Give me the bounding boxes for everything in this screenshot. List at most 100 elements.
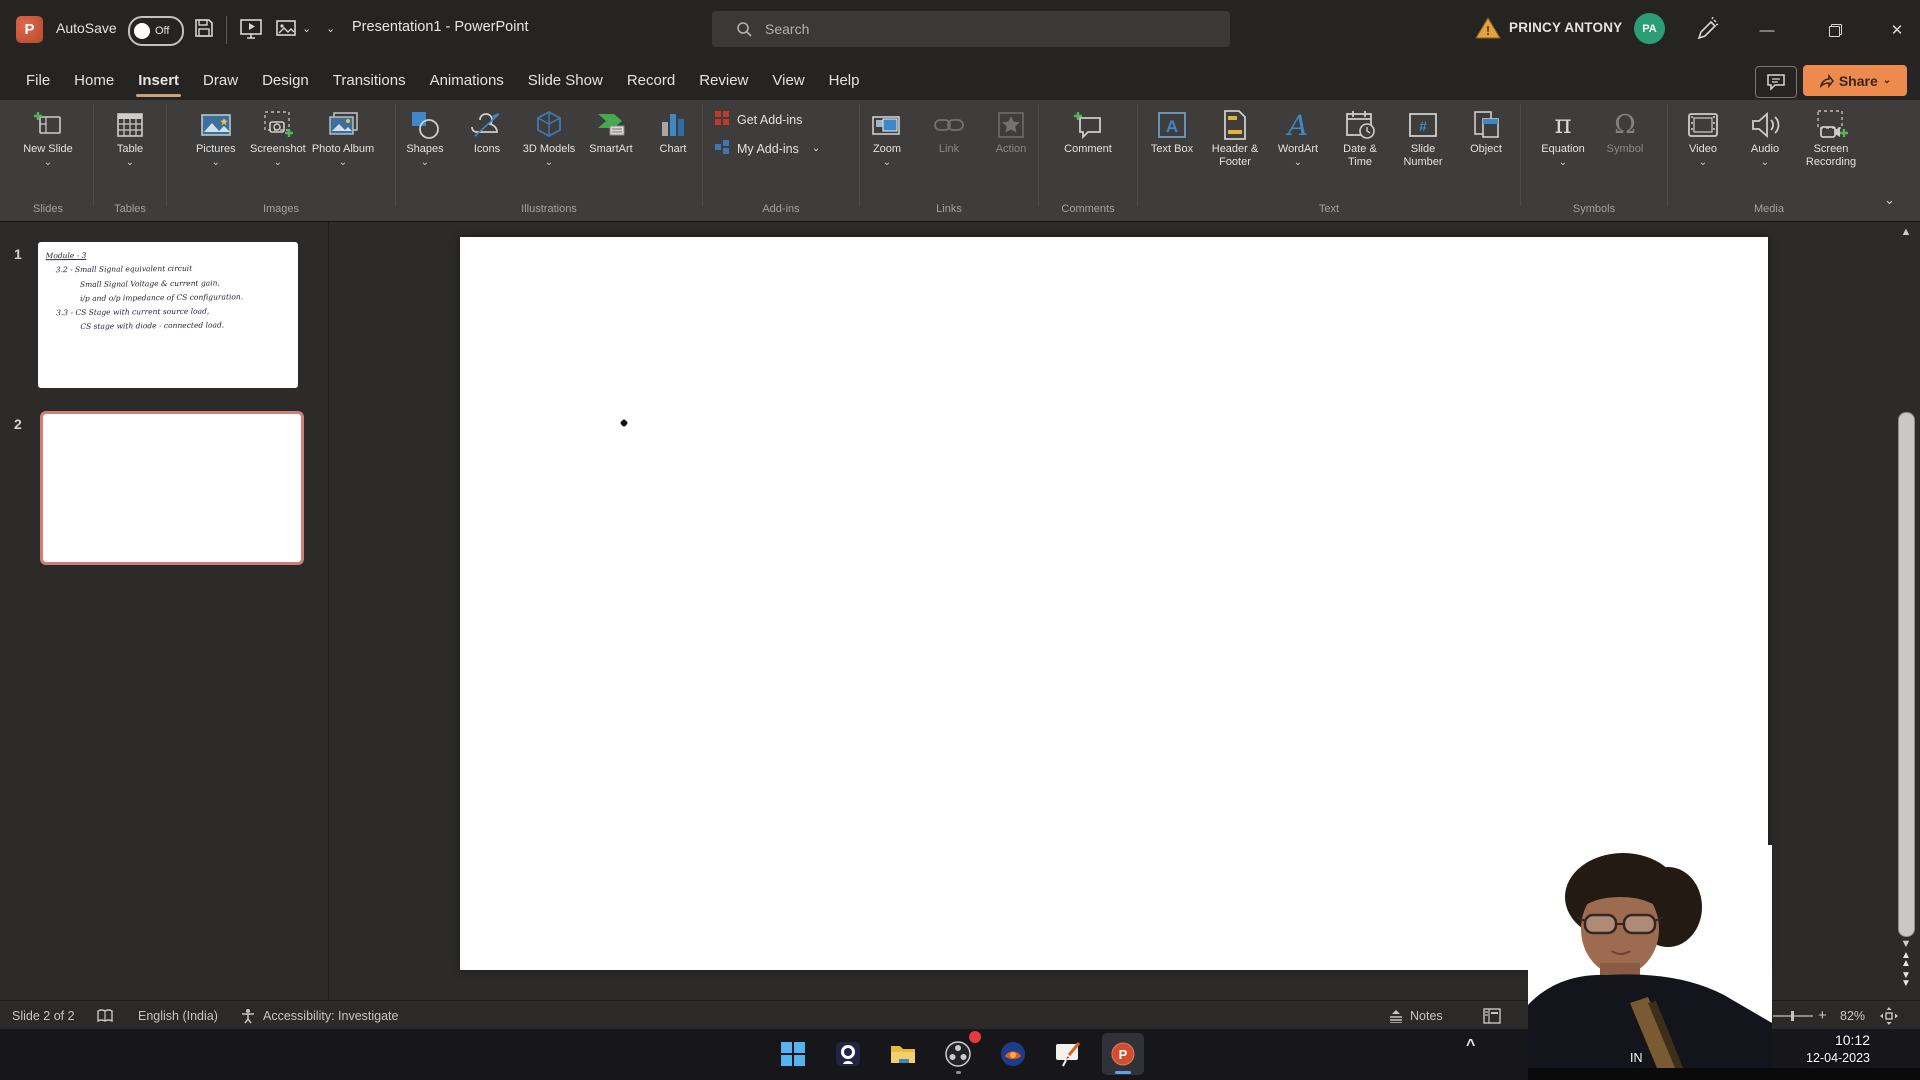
file-explorer-button[interactable] — [882, 1033, 924, 1075]
group-label-tables: Tables — [97, 203, 163, 220]
comments-pane-button[interactable] — [1755, 66, 1797, 98]
pictures-button[interactable]: Pictures ⌄ — [185, 103, 247, 168]
group-images: Pictures ⌄ Screenshot ⌄ Photo Album ⌄ — [170, 100, 392, 220]
share-button[interactable]: Share ⌄ — [1803, 65, 1907, 96]
my-add-ins-button[interactable]: My Add-ins ⌄ — [714, 139, 848, 158]
text-box-button[interactable]: A Text Box — [1141, 103, 1203, 156]
obs-studio-button[interactable] — [937, 1033, 979, 1075]
minimize-button[interactable]: — — [1744, 0, 1790, 60]
close-button[interactable]: ✕ — [1874, 0, 1920, 60]
get-add-ins-button[interactable]: Get Add-ins — [714, 110, 848, 129]
zoom-link-icon — [870, 107, 904, 143]
zoom-button[interactable]: Zoom ⌄ — [856, 103, 918, 168]
slide-2-number: 2 — [14, 416, 22, 432]
whiteboard-app-button[interactable] — [1047, 1033, 1089, 1075]
search-input[interactable]: Search — [712, 11, 1230, 47]
panel-divider[interactable] — [328, 222, 329, 1000]
chevron-down-icon[interactable]: ⌄ — [302, 22, 311, 35]
new-slide-button[interactable]: New Slide ⌄ — [17, 103, 79, 168]
media-app-icon — [999, 1040, 1027, 1068]
group-label-symbols: Symbols — [1524, 203, 1664, 220]
avatar[interactable]: PA — [1634, 13, 1665, 44]
taskbar-language[interactable]: IN — [1630, 1051, 1660, 1065]
notes-button[interactable]: Notes — [1388, 1001, 1443, 1030]
slide-1-handwriting: Module - 3 3.2 - Small Signal equivalent… — [46, 247, 295, 335]
tab-help[interactable]: Help — [817, 60, 872, 100]
scroll-down-icon[interactable]: ▼ — [1896, 938, 1916, 950]
editing-pen-icon[interactable] — [1694, 17, 1720, 48]
quick-access-picture-icon[interactable] — [274, 16, 300, 47]
chevron-down-icon: ⌄ — [1559, 158, 1567, 168]
normal-view-icon[interactable] — [1483, 1001, 1501, 1030]
screenshot-button[interactable]: Screenshot ⌄ — [247, 103, 309, 168]
date-time-button[interactable]: Date & Time — [1329, 103, 1391, 169]
taskbar-date[interactable]: 12-04-2023 — [1770, 1051, 1870, 1065]
start-button[interactable] — [772, 1033, 814, 1075]
equation-button[interactable]: π Equation ⌄ — [1532, 103, 1594, 168]
chevron-down-icon: ⌄ — [1761, 158, 1769, 168]
tab-slide-show[interactable]: Slide Show — [516, 60, 615, 100]
scrollbar-thumb[interactable] — [1898, 412, 1915, 937]
tab-record[interactable]: Record — [615, 60, 687, 100]
scroll-up-icon[interactable]: ▲ — [1896, 226, 1916, 238]
wordart-button[interactable]: A WordArt ⌄ — [1267, 103, 1329, 168]
photo-album-button[interactable]: Photo Album ⌄ — [309, 103, 377, 168]
media-app-button[interactable] — [992, 1033, 1034, 1075]
accessibility-status[interactable]: Accessibility: Investigate — [263, 1001, 398, 1030]
start-slideshow-icon[interactable] — [238, 16, 264, 47]
previous-slide-button[interactable]: ▲▲ — [1896, 952, 1916, 968]
powerpoint-logo-icon[interactable]: P — [16, 16, 43, 43]
webcam-app-button[interactable] — [827, 1033, 869, 1075]
audio-icon — [1749, 107, 1781, 143]
group-divider — [702, 104, 703, 206]
spell-check-icon[interactable] — [96, 1001, 114, 1030]
slide-2-thumbnail-selected[interactable] — [40, 411, 304, 565]
customize-qat-icon[interactable]: ⌄ — [326, 22, 335, 35]
smartart-button[interactable]: SmartArt — [580, 103, 642, 156]
tab-review[interactable]: Review — [687, 60, 760, 100]
3d-models-button[interactable]: 3D Models ⌄ — [518, 103, 580, 168]
tab-draw[interactable]: Draw — [191, 60, 250, 100]
user-name[interactable]: PRINCY ANTONY — [1509, 20, 1622, 35]
autosave-toggle[interactable]: Off — [128, 16, 184, 46]
warning-icon[interactable]: ! — [1475, 16, 1501, 40]
video-button[interactable]: Video ⌄ — [1672, 103, 1734, 168]
tab-design[interactable]: Design — [250, 60, 321, 100]
save-icon[interactable] — [192, 16, 216, 45]
zoom-level[interactable]: 82% — [1840, 1001, 1865, 1030]
restore-button[interactable] — [1812, 0, 1858, 60]
icons-button[interactable]: Icons — [456, 103, 518, 156]
collapse-ribbon-icon[interactable]: ⌄ — [1884, 192, 1895, 208]
action-star-icon — [996, 107, 1026, 143]
tab-transitions[interactable]: Transitions — [321, 60, 418, 100]
taskbar-clock[interactable]: 10:12 — [1770, 1032, 1870, 1048]
object-button[interactable]: Object — [1455, 103, 1517, 156]
table-button[interactable]: Table ⌄ — [99, 103, 161, 168]
powerpoint-taskbar-button[interactable]: P — [1102, 1033, 1144, 1075]
accessibility-icon[interactable] — [240, 1001, 256, 1030]
audio-button[interactable]: Audio ⌄ — [1734, 103, 1796, 168]
tab-file[interactable]: File — [14, 60, 62, 100]
comment-button[interactable]: Comment — [1057, 103, 1119, 156]
tab-view[interactable]: View — [760, 60, 816, 100]
slide-number-button[interactable]: # Slide Number — [1391, 103, 1455, 169]
header-footer-button[interactable]: Header & Footer — [1203, 103, 1267, 169]
language-indicator[interactable]: English (India) — [138, 1001, 218, 1030]
tab-insert[interactable]: Insert — [126, 60, 191, 100]
tab-home[interactable]: Home — [62, 60, 126, 100]
screen-recording-button[interactable]: Screen Recording — [1796, 103, 1866, 169]
link-icon — [933, 107, 965, 143]
fit-to-window-icon[interactable] — [1880, 1001, 1898, 1030]
zoom-slider[interactable] — [1773, 1001, 1815, 1030]
slide-1-thumbnail[interactable]: Module - 3 3.2 - Small Signal equivalent… — [38, 242, 298, 388]
my-add-ins-icon — [714, 139, 730, 158]
tab-animations[interactable]: Animations — [418, 60, 516, 100]
slide-indicator[interactable]: Slide 2 of 2 — [12, 1001, 75, 1030]
next-slide-button[interactable]: ▼▼ — [1896, 972, 1916, 988]
show-hidden-icons-button[interactable]: ^ — [1466, 1037, 1475, 1055]
shapes-button[interactable]: Shapes ⌄ — [394, 103, 456, 168]
notes-icon — [1388, 1009, 1404, 1023]
zoom-in-icon[interactable]: + — [1818, 1001, 1827, 1030]
chevron-down-icon: ⌄ — [883, 158, 891, 168]
chart-button[interactable]: Chart — [642, 103, 704, 156]
